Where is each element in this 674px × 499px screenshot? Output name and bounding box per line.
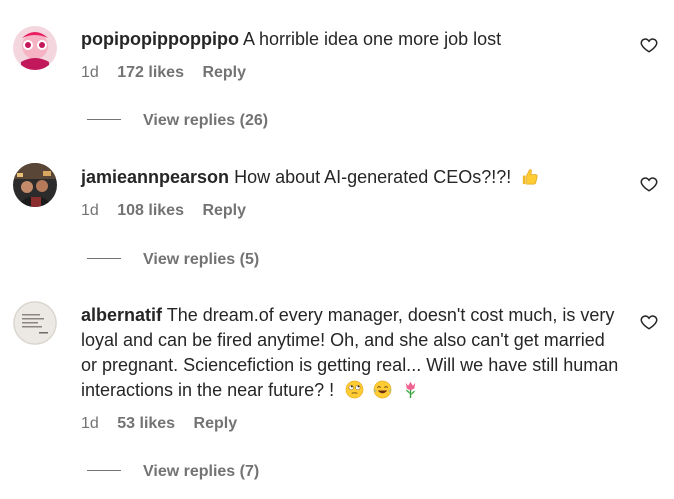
username[interactable]: albernatif — [81, 305, 162, 325]
comment-text: A horrible idea one more job lost — [242, 29, 502, 49]
comment-body: jamieannpearson How about AI-generated C… — [81, 165, 621, 190]
view-replies-label: View replies (7) — [143, 463, 260, 480]
reply-button[interactable]: Reply — [202, 202, 246, 219]
laughing-tears-icon — [373, 380, 392, 399]
comment-body: popipopippoppipo A horrible idea one mor… — [81, 27, 621, 52]
comment-time: 1d — [81, 415, 99, 432]
rolling-eyes-icon — [345, 380, 364, 399]
thumbs-up-icon — [520, 167, 539, 186]
likes-count[interactable]: 172 likes — [117, 64, 184, 81]
view-replies-line — [87, 470, 121, 472]
comment-text: How about AI-generated CEOs?!?! — [234, 167, 512, 187]
reply-button[interactable]: Reply — [202, 64, 246, 81]
view-replies-button[interactable]: View replies (26) — [87, 112, 268, 130]
view-replies-button[interactable]: View replies (5) — [87, 251, 259, 269]
view-replies-line — [87, 258, 121, 260]
like-heart-icon[interactable] — [640, 313, 658, 331]
comment-time: 1d — [81, 64, 99, 81]
tulip-icon — [401, 380, 420, 399]
comment-meta: 1d 172 likes Reply — [81, 64, 260, 82]
avatar[interactable] — [13, 163, 57, 207]
like-heart-icon[interactable] — [640, 36, 658, 54]
view-replies-line — [87, 119, 121, 121]
view-replies-label: View replies (26) — [143, 112, 269, 129]
reply-button[interactable]: Reply — [194, 415, 238, 432]
avatar[interactable] — [13, 26, 57, 70]
avatar[interactable] — [13, 301, 57, 345]
likes-count[interactable]: 108 likes — [117, 202, 184, 219]
comment-time: 1d — [81, 202, 99, 219]
comment-body: albernatif The dream.of every manager, d… — [81, 303, 621, 403]
likes-count[interactable]: 53 likes — [117, 415, 175, 432]
like-heart-icon[interactable] — [640, 175, 658, 193]
view-replies-button[interactable]: View replies (7) — [87, 463, 259, 481]
username[interactable]: jamieannpearson — [81, 167, 229, 187]
comment-meta: 1d 53 likes Reply — [81, 415, 251, 433]
username[interactable]: popipopippoppipo — [81, 29, 239, 49]
view-replies-label: View replies (5) — [143, 251, 260, 268]
comment-meta: 1d 108 likes Reply — [81, 202, 260, 220]
